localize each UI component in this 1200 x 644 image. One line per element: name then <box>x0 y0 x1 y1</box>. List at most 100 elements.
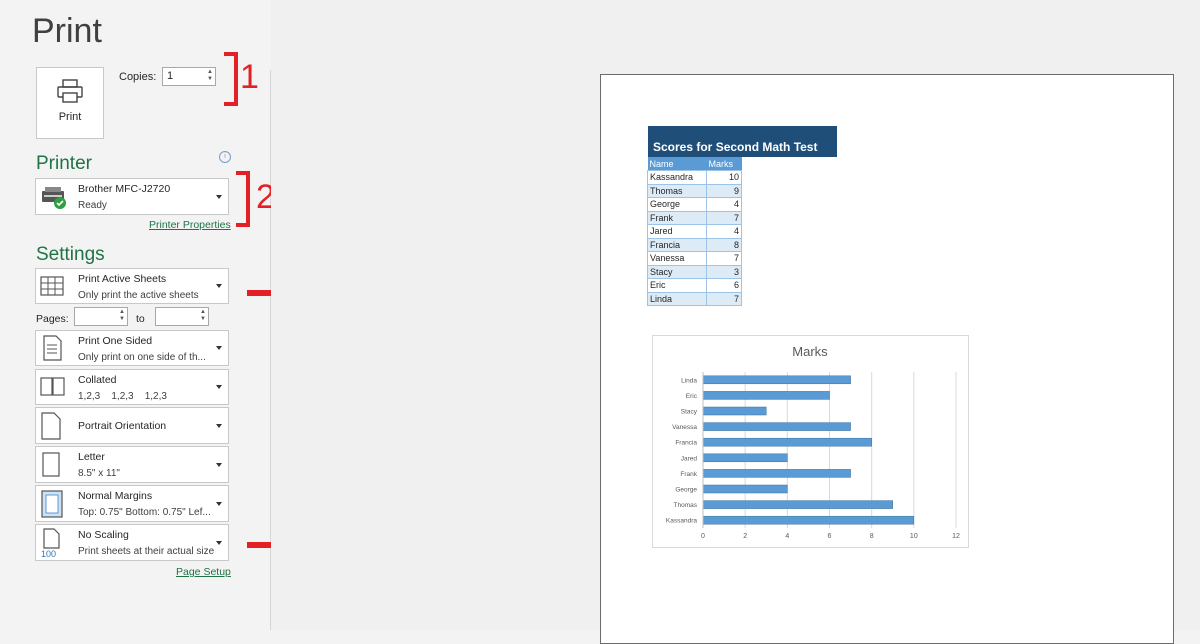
column-header: Marks <box>706 157 742 171</box>
marks-cell: 4 <box>705 197 743 212</box>
chevron-down-icon <box>216 423 222 428</box>
x-tick-label: 6 <box>828 533 832 540</box>
margins-icon <box>41 489 63 518</box>
sides-dropdown[interactable]: Print One Sided Only print on one side o… <box>35 330 229 366</box>
name-cell: Vanessa <box>647 251 707 266</box>
table-row: Thomas 9 <box>647 183 743 198</box>
y-category-label: Eric <box>686 393 698 400</box>
bar <box>702 391 830 400</box>
collation-dropdown[interactable]: Collated 1,2,3 1,2,3 1,2,3 <box>35 369 229 405</box>
sheets-icon <box>40 276 64 296</box>
y-category-label: Frank <box>680 471 697 478</box>
bar <box>702 484 788 494</box>
table-row: Stacy 3 <box>647 264 743 279</box>
printer-dropdown[interactable]: Brother MFC-J2720 Ready <box>35 178 229 215</box>
settings-section-title: Settings <box>36 244 105 265</box>
name-cell: Linda <box>647 291 707 306</box>
copies-label: Copies: <box>119 71 157 83</box>
x-tick-label: 8 <box>870 533 874 540</box>
option-subtitle: 1,2,3 1,2,3 1,2,3 <box>78 391 167 402</box>
info-icon[interactable]: i <box>219 151 231 163</box>
y-category-label: Thomas <box>674 502 698 509</box>
pages-to-spinner[interactable]: ▲ ▼ <box>200 309 206 323</box>
marks-chart: Marks 0 2 4 6 8 10 12 Linda Eric Stacy Vanessa Franc… <box>652 335 969 548</box>
portrait-icon <box>41 411 61 440</box>
marks-cell: 7 <box>705 210 743 225</box>
pages-label: Pages: <box>36 313 69 325</box>
name-cell: Eric <box>647 278 707 293</box>
copies-input[interactable]: 1 ▲ ▼ <box>162 67 216 86</box>
scaling-dropdown[interactable]: 100 No Scaling Print sheets at their act… <box>35 524 229 561</box>
table-row: Kassandra 10 <box>647 170 743 185</box>
name-cell: Thomas <box>647 183 707 198</box>
option-subtitle: Top: 0.75" Bottom: 0.75" Lef... <box>78 507 211 518</box>
table-row: Jared 4 <box>647 224 743 239</box>
bar <box>702 375 851 385</box>
pages-from-spinner[interactable]: ▲ ▼ <box>119 309 125 323</box>
option-subtitle: Only print the active sheets <box>78 290 199 301</box>
bar <box>702 437 872 447</box>
y-category-label: Jared <box>681 455 698 462</box>
printer-device-icon <box>42 186 66 209</box>
page-setup-link[interactable]: Page Setup <box>176 566 231 578</box>
printer-properties-link[interactable]: Printer Properties <box>149 219 231 231</box>
printer-section-title: Printer <box>36 153 92 174</box>
one-sided-icon <box>43 335 62 361</box>
chevron-down-icon <box>216 385 222 389</box>
table-row: George 4 <box>647 197 743 212</box>
name-cell: Kassandra <box>647 170 707 185</box>
bar <box>702 422 851 431</box>
x-tick-label: 4 <box>785 533 789 540</box>
option-title: Print One Sided <box>78 335 153 347</box>
marks-cell: 8 <box>705 237 743 252</box>
orientation-dropdown[interactable]: Portrait Orientation <box>35 407 229 444</box>
margins-dropdown[interactable]: Normal Margins Top: 0.75" Bottom: 0.75" … <box>35 485 229 522</box>
option-title: Collated <box>78 374 117 386</box>
option-title: Portrait Orientation <box>78 420 167 432</box>
bar <box>702 500 893 509</box>
page-title: Print <box>32 12 102 50</box>
column-header: Name <box>647 157 707 171</box>
print-what-dropdown[interactable]: Print Active Sheets Only print the activ… <box>35 268 229 304</box>
chevron-down-icon <box>216 462 222 467</box>
marks-cell: 7 <box>705 251 743 266</box>
marks-cell: 9 <box>705 183 743 198</box>
option-title: Print Active Sheets <box>78 273 167 285</box>
x-tick-label: 12 <box>952 533 960 540</box>
printer-name: Brother MFC-J2720 <box>78 183 171 195</box>
option-subtitle: Print sheets at their actual size <box>78 546 215 557</box>
table-body: Kassandra 10 Thomas 9 George 4 Frank 7 Jared 4 Fra… <box>647 170 743 306</box>
chevron-down-icon <box>216 540 222 545</box>
option-subtitle: Only print on one side of th... <box>78 352 206 363</box>
y-category-label: Linda <box>681 377 697 384</box>
annotation-bracket-2 <box>236 171 250 227</box>
marks-cell: 7 <box>705 291 743 306</box>
y-category-label: Kassandra <box>666 518 697 525</box>
annotation-number-1: 1 <box>240 58 259 96</box>
table-row: Frank 7 <box>647 210 743 225</box>
option-title: Normal Margins <box>78 490 153 502</box>
chevron-down-icon <box>216 284 222 288</box>
bar <box>702 515 915 525</box>
print-button[interactable]: Print <box>36 67 104 139</box>
chart-title: Marks <box>792 344 828 359</box>
paper-size-dropdown[interactable]: Letter 8.5" x 11" <box>35 446 229 483</box>
name-cell: Stacy <box>647 264 707 279</box>
marks-cell: 4 <box>705 224 743 239</box>
copies-value: 1 <box>167 70 174 82</box>
bar <box>702 406 767 416</box>
table-title: Scores for Second Math Test <box>648 126 837 157</box>
scores-table: Name Marks Kassandra 10 Thomas 9 George 4 Fran… <box>647 157 743 306</box>
y-category-label: Stacy <box>681 409 698 416</box>
pages-from-input[interactable]: ▲ ▼ <box>74 307 128 326</box>
table-row: Eric 6 <box>647 278 743 293</box>
printer-status: Ready <box>78 200 107 211</box>
table-row: Francia 8 <box>647 237 743 252</box>
chevron-down-icon <box>216 346 222 350</box>
name-cell: Francia <box>647 237 707 252</box>
copies-spinner[interactable]: ▲ ▼ <box>207 69 213 83</box>
printer-icon <box>57 79 83 103</box>
x-tick-label: 0 <box>701 533 705 540</box>
svg-text:100: 100 <box>41 549 56 558</box>
pages-to-input[interactable]: ▲ ▼ <box>155 307 209 326</box>
